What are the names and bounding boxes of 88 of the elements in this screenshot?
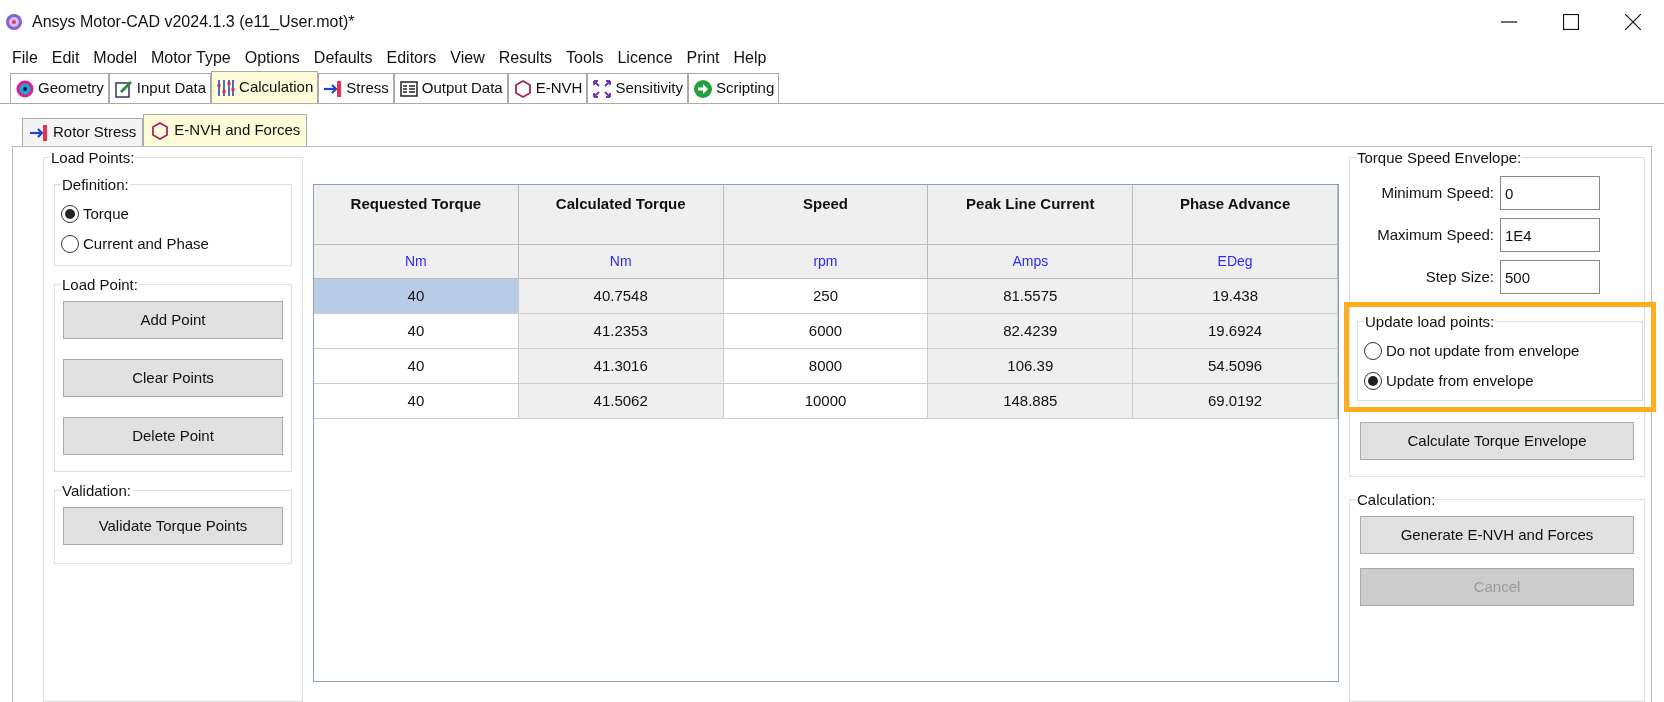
tab[interactable]: Stress (318, 73, 394, 103)
menu-item[interactable]: Tools (560, 46, 610, 70)
radio-button[interactable] (1364, 372, 1382, 390)
maximize-icon (1563, 14, 1579, 30)
table-cell[interactable]: 40 (314, 279, 519, 314)
tab[interactable]: E-NVH (507, 73, 588, 103)
radio-label: Torque (83, 203, 129, 224)
tab[interactable]: Output Data (393, 73, 508, 103)
unit-cell: EDeg (1133, 245, 1338, 279)
tab[interactable]: Calculation (211, 71, 319, 103)
button[interactable]: Clear Points (63, 359, 283, 397)
hexagon-icon (150, 120, 171, 141)
field-label: Maximum Speed: (1377, 224, 1494, 245)
clipboard-check-icon (113, 78, 134, 99)
menu-item[interactable]: Licence (611, 46, 679, 70)
arrow-into-bar-icon (323, 78, 344, 99)
arrow-circle-icon (692, 78, 713, 99)
hexagon-icon (512, 78, 533, 99)
menu-item[interactable]: Edit (45, 46, 86, 70)
target-icon (15, 78, 35, 99)
tab[interactable]: E-NVH and Forces (143, 114, 308, 146)
menu-item[interactable]: Help (727, 46, 773, 70)
table-cell[interactable]: 40 (314, 314, 519, 349)
sliders-icon (216, 77, 237, 98)
radio-button[interactable] (61, 205, 79, 223)
menu-item[interactable]: Results (492, 46, 559, 70)
table-cell[interactable]: 40 (314, 349, 519, 384)
unit-cell: Nm (314, 245, 519, 279)
button[interactable]: Calculate Torque Envelope (1360, 422, 1634, 460)
menu-item[interactable]: Print (680, 46, 726, 70)
menu-item[interactable]: Model (87, 46, 143, 70)
list-icon (398, 78, 419, 99)
radio-label: Do not update from envelope (1386, 340, 1580, 361)
button[interactable]: Validate Torque Points (63, 507, 283, 545)
menu-item[interactable]: File (6, 46, 44, 70)
table-cell[interactable]: 69.0192 (1133, 384, 1338, 419)
table-cell[interactable]: 41.3016 (518, 349, 724, 384)
close-icon (1625, 14, 1641, 30)
button[interactable]: Add Point (63, 301, 283, 339)
column-header: Peak Line Current (928, 185, 1134, 245)
unit-cell: rpm (723, 245, 929, 279)
radio-label: Current and Phase (83, 233, 209, 254)
table-cell[interactable]: 6000 (723, 314, 929, 349)
menu-item[interactable]: Motor Type (144, 46, 237, 70)
app-logo-icon (4, 12, 24, 32)
column-header: Phase Advance (1133, 185, 1338, 245)
input-field[interactable]: 1E4 (1500, 218, 1600, 252)
table-cell[interactable]: 41.2353 (518, 314, 724, 349)
tab[interactable]: Geometry (10, 73, 109, 103)
tab[interactable]: Input Data (108, 73, 212, 103)
menu-item[interactable]: Defaults (307, 46, 379, 70)
arrow-into-bar-icon (29, 122, 49, 143)
window-title: Ansys Motor-CAD v2024.1.3 (e11_User.mot)* (32, 12, 355, 32)
table-cell[interactable]: 40 (314, 384, 519, 419)
table-cell[interactable]: 41.5062 (518, 384, 724, 419)
radio-button[interactable] (1364, 342, 1382, 360)
menu-item[interactable]: Options (238, 46, 306, 70)
field-label: Minimum Speed: (1381, 182, 1494, 203)
input-field[interactable]: 500 (1500, 260, 1600, 294)
table-cell[interactable]: 40.7548 (518, 279, 724, 314)
table-cell[interactable]: 106.39 (928, 349, 1134, 384)
table-cell[interactable]: 10000 (723, 384, 929, 419)
button[interactable]: Generate E-NVH and Forces (1360, 516, 1634, 554)
button[interactable]: Delete Point (63, 417, 283, 455)
input-field[interactable]: 0 (1500, 176, 1600, 210)
tab[interactable]: Scripting (687, 73, 780, 103)
column-header: Speed (723, 185, 929, 245)
table-cell[interactable]: 250 (723, 279, 929, 314)
table-cell[interactable]: 82.4239 (928, 314, 1134, 349)
minimize-icon (1501, 21, 1517, 23)
table-cell[interactable]: 19.438 (1133, 279, 1338, 314)
unit-cell: Nm (518, 245, 724, 279)
radio-label: Update from envelope (1386, 370, 1534, 391)
radio-button[interactable] (61, 235, 79, 253)
table-cell[interactable]: 54.5096 (1133, 349, 1338, 384)
tab[interactable]: Rotor Stress (22, 118, 144, 146)
field-label: Step Size: (1425, 266, 1494, 287)
column-header: Requested Torque (314, 185, 519, 245)
unit-cell: Amps (928, 245, 1134, 279)
column-header: Calculated Torque (518, 185, 724, 245)
table-cell[interactable]: 8000 (723, 349, 929, 384)
menu-item[interactable]: Editors (380, 46, 443, 70)
tab[interactable]: Sensitivity (587, 73, 688, 103)
menu-item[interactable]: View (444, 46, 491, 70)
table-cell[interactable]: 19.6924 (1133, 314, 1338, 349)
table-cell[interactable]: 81.5575 (928, 279, 1134, 314)
expand-arrows-icon (592, 78, 613, 99)
table-cell[interactable]: 148.885 (928, 384, 1134, 419)
